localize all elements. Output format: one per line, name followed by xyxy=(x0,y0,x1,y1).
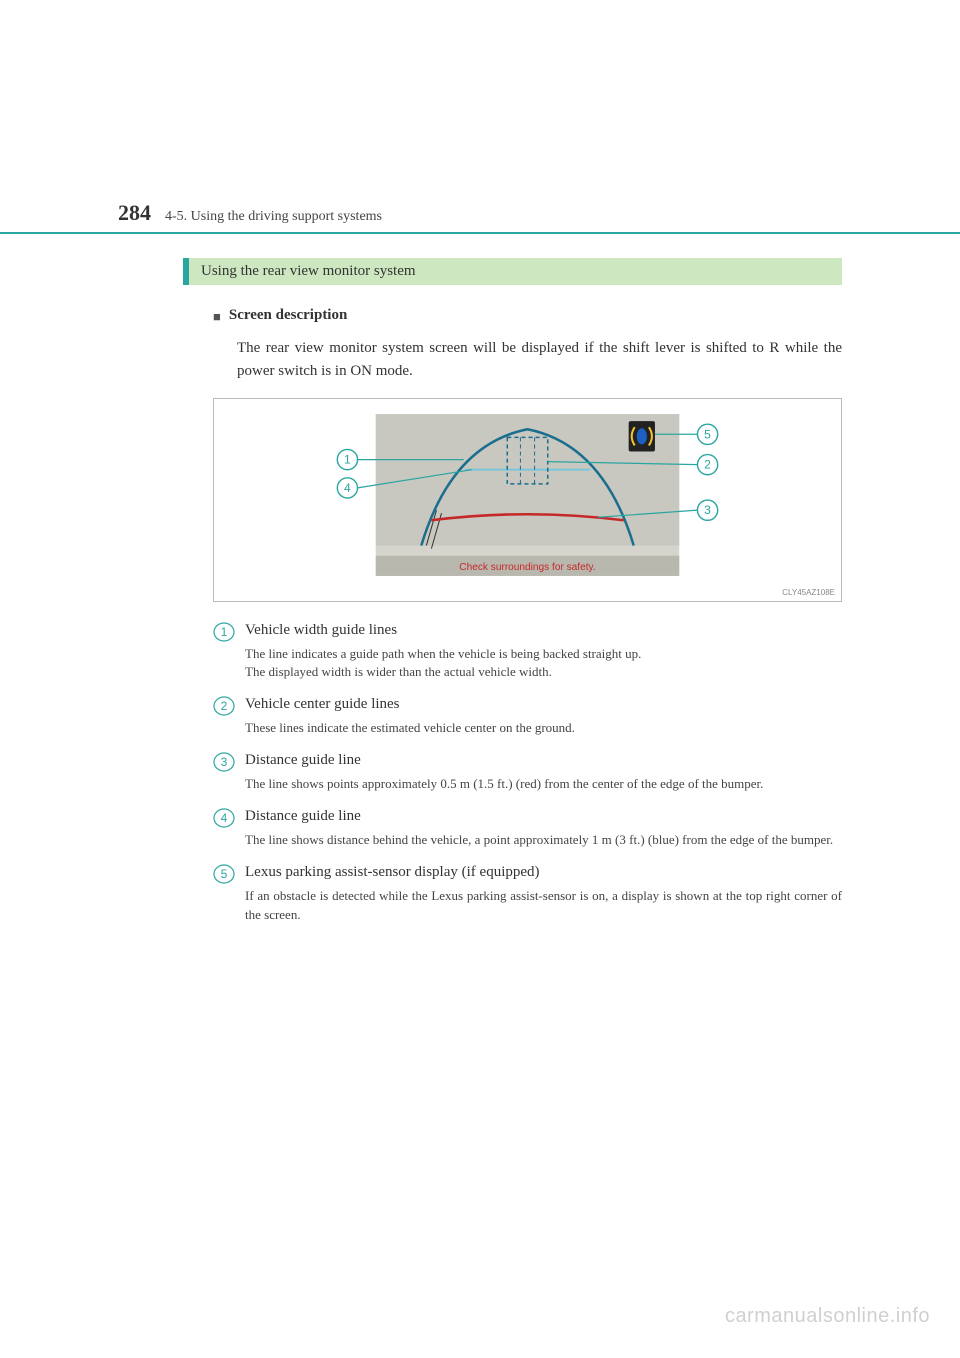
subheading: Screen description xyxy=(229,307,347,324)
item-number-icon: 2 xyxy=(213,695,235,717)
rear-view-diagram: Check surroundings for safety. 1 4 xyxy=(224,409,831,591)
callout-4-icon: 4 xyxy=(337,477,357,497)
item-number-icon: 1 xyxy=(213,621,235,643)
callout-5-icon: 5 xyxy=(697,424,717,444)
callout-1-icon: 1 xyxy=(337,449,357,469)
item-desc: These lines indicate the estimated vehic… xyxy=(245,719,842,738)
section-heading: Using the rear view monitor system xyxy=(183,258,842,285)
svg-text:2: 2 xyxy=(704,457,711,471)
square-bullet-icon: ■ xyxy=(213,307,221,327)
item-number-icon: 4 xyxy=(213,807,235,829)
item-desc: If an obstacle is detected while the Lex… xyxy=(245,887,842,925)
callout-2-icon: 2 xyxy=(697,454,717,474)
list-item: 4 Distance guide line The line shows dis… xyxy=(213,806,842,858)
item-title: Distance guide line xyxy=(245,750,842,771)
page-number: 284 xyxy=(118,200,151,226)
svg-text:3: 3 xyxy=(221,755,228,769)
watermark: carmanualsonline.info xyxy=(725,1305,930,1328)
item-title: Vehicle center guide lines xyxy=(245,694,842,715)
list-item: 3 Distance guide line The line shows poi… xyxy=(213,750,842,802)
svg-text:5: 5 xyxy=(221,867,228,881)
svg-text:2: 2 xyxy=(221,699,228,713)
item-title: Vehicle width guide lines xyxy=(245,620,842,641)
image-code: CLY45AZ108E xyxy=(782,588,835,597)
section-path: 4-5. Using the driving support systems xyxy=(165,209,382,225)
intro-text: The rear view monitor system screen will… xyxy=(237,337,842,384)
svg-text:3: 3 xyxy=(704,503,711,517)
callout-3-icon: 3 xyxy=(697,500,717,520)
svg-text:4: 4 xyxy=(221,811,228,825)
item-desc: The line shows points approximately 0.5 … xyxy=(245,775,842,794)
svg-text:4: 4 xyxy=(344,480,351,494)
list-item: 2 Vehicle center guide lines These lines… xyxy=(213,694,842,746)
svg-text:1: 1 xyxy=(344,452,351,466)
item-desc: The line shows distance behind the vehic… xyxy=(245,831,842,850)
item-number-icon: 3 xyxy=(213,751,235,773)
list-item: 5 Lexus parking assist-sensor display (i… xyxy=(213,862,842,933)
page-header: 284 4-5. Using the driving support syste… xyxy=(118,200,842,226)
list-item: 1 Vehicle width guide lines The line ind… xyxy=(213,620,842,691)
safety-text: Check surroundings for safety. xyxy=(459,561,595,572)
item-title: Distance guide line xyxy=(245,806,842,827)
header-rule xyxy=(0,232,960,234)
item-desc: The line indicates a guide path when the… xyxy=(245,645,842,683)
svg-text:1: 1 xyxy=(221,625,228,639)
item-title: Lexus parking assist-sensor display (if … xyxy=(245,862,842,883)
item-number-icon: 5 xyxy=(213,863,235,885)
figure: Check surroundings for safety. 1 4 xyxy=(213,398,842,602)
svg-text:5: 5 xyxy=(704,427,711,441)
